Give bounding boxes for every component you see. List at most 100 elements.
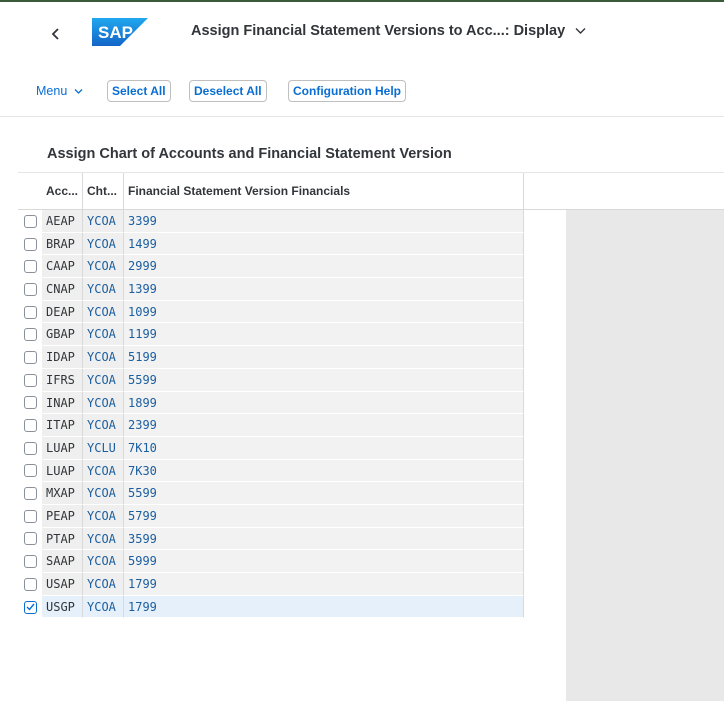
select-column-header bbox=[18, 173, 42, 209]
row-selector[interactable] bbox=[18, 437, 42, 460]
row-selector[interactable] bbox=[18, 550, 42, 573]
cell-account: ITAP bbox=[42, 414, 83, 437]
row-checkbox[interactable] bbox=[23, 328, 37, 342]
row-selector[interactable] bbox=[18, 414, 42, 437]
row-checkbox[interactable] bbox=[23, 305, 37, 319]
column-header-chart[interactable]: Cht... bbox=[83, 173, 124, 209]
row-checkbox[interactable] bbox=[23, 600, 37, 614]
cell-chart-of-accounts: YCOA bbox=[83, 300, 124, 324]
table-row[interactable]: USAP YCOA 1799 bbox=[18, 573, 724, 596]
row-checkbox[interactable] bbox=[23, 419, 37, 433]
chevron-left-icon bbox=[51, 28, 59, 40]
table-row[interactable]: ITAP YCOA 2399 bbox=[18, 414, 724, 437]
row-selector[interactable] bbox=[18, 255, 42, 278]
cell-fsv: 5799 bbox=[124, 504, 524, 528]
row-selector[interactable] bbox=[18, 210, 42, 233]
chevron-down-icon bbox=[74, 89, 83, 95]
table-row[interactable]: IFRS YCOA 5599 bbox=[18, 368, 724, 392]
cell-chart-of-accounts: YCOA bbox=[83, 527, 124, 551]
cell-fsv: 5599 bbox=[124, 368, 524, 392]
table-row[interactable]: USGP YCOA 1799 bbox=[18, 595, 724, 619]
back-button[interactable] bbox=[48, 24, 64, 44]
cell-chart-of-accounts: YCOA bbox=[83, 573, 124, 596]
row-selector[interactable] bbox=[18, 369, 42, 392]
table-row[interactable]: AEAP YCOA 3399 bbox=[18, 210, 724, 233]
cell-account: USGP bbox=[42, 595, 83, 619]
toolbar: Menu Select All Deselect All Configurati… bbox=[0, 58, 724, 117]
column-header-account[interactable]: Acc... bbox=[42, 173, 83, 209]
table-row[interactable]: LUAP YCLU 7K10 bbox=[18, 436, 724, 460]
cell-chart-of-accounts: YCOA bbox=[83, 232, 124, 256]
row-selector[interactable] bbox=[18, 482, 42, 505]
table-row[interactable]: MXAP YCOA 5599 bbox=[18, 482, 724, 505]
cell-chart-of-accounts: YCOA bbox=[83, 368, 124, 392]
cell-account: CAAP bbox=[42, 255, 83, 279]
column-header-fsv[interactable]: Financial Statement Version Financials bbox=[124, 173, 524, 209]
shell-bar: SAP Assign Financial Statement Versions … bbox=[0, 0, 724, 60]
row-checkbox[interactable] bbox=[23, 532, 37, 546]
cell-fsv: 1899 bbox=[124, 391, 524, 415]
row-checkbox[interactable] bbox=[23, 487, 37, 501]
cell-chart-of-accounts: YCOA bbox=[83, 346, 124, 369]
table-row[interactable]: IDAP YCOA 5199 bbox=[18, 346, 724, 369]
row-checkbox[interactable] bbox=[23, 260, 37, 274]
cell-fsv: 1499 bbox=[124, 232, 524, 256]
row-selector[interactable] bbox=[18, 573, 42, 596]
row-selector[interactable] bbox=[18, 323, 42, 346]
table-row[interactable]: CAAP YCOA 2999 bbox=[18, 255, 724, 279]
row-selector[interactable] bbox=[18, 528, 42, 551]
cell-fsv: 3399 bbox=[124, 210, 524, 233]
cell-fsv: 1099 bbox=[124, 300, 524, 324]
table-row[interactable]: LUAP YCOA 7K30 bbox=[18, 459, 724, 483]
configuration-help-button[interactable]: Configuration Help bbox=[288, 80, 406, 102]
cell-account: DEAP bbox=[42, 300, 83, 324]
table-row[interactable]: GBAP YCOA 1199 bbox=[18, 323, 724, 347]
row-selector[interactable] bbox=[18, 301, 42, 324]
table-header: Acc... Cht... Financial Statement Versio… bbox=[18, 172, 724, 210]
deselect-all-button[interactable]: Deselect All bbox=[189, 80, 267, 102]
table-row[interactable]: BRAP YCOA 1499 bbox=[18, 232, 724, 256]
row-checkbox[interactable] bbox=[23, 214, 37, 228]
cell-chart-of-accounts: YCOA bbox=[83, 414, 124, 437]
row-selector[interactable] bbox=[18, 278, 42, 301]
table-row[interactable]: CNAP YCOA 1399 bbox=[18, 278, 724, 301]
row-checkbox[interactable] bbox=[23, 350, 37, 364]
row-checkbox[interactable] bbox=[23, 509, 37, 523]
table-row[interactable]: PTAP YCOA 3599 bbox=[18, 527, 724, 551]
row-selector[interactable] bbox=[18, 596, 42, 619]
row-checkbox[interactable] bbox=[23, 396, 37, 410]
page-title-text: Assign Financial Statement Versions to A… bbox=[191, 23, 566, 39]
page-title[interactable]: Assign Financial Statement Versions to A… bbox=[191, 23, 586, 39]
row-selector[interactable] bbox=[18, 460, 42, 483]
cell-fsv: 1199 bbox=[124, 323, 524, 347]
row-checkbox[interactable] bbox=[23, 237, 37, 251]
sap-logo[interactable]: SAP bbox=[92, 18, 148, 46]
row-checkbox[interactable] bbox=[23, 464, 37, 478]
row-checkbox[interactable] bbox=[23, 373, 37, 387]
table-row[interactable]: INAP YCOA 1899 bbox=[18, 391, 724, 415]
cell-account: IDAP bbox=[42, 346, 83, 369]
row-selector[interactable] bbox=[18, 392, 42, 415]
select-all-button[interactable]: Select All bbox=[107, 80, 171, 102]
row-selector[interactable] bbox=[18, 346, 42, 369]
cell-fsv: 7K10 bbox=[124, 436, 524, 460]
cell-chart-of-accounts: YCOA bbox=[83, 323, 124, 347]
cell-fsv: 5199 bbox=[124, 346, 524, 369]
row-checkbox[interactable] bbox=[23, 282, 37, 296]
cell-chart-of-accounts: YCOA bbox=[83, 278, 124, 301]
row-selector[interactable] bbox=[18, 233, 42, 256]
table-row[interactable]: SAAP YCOA 5999 bbox=[18, 550, 724, 573]
row-selector[interactable] bbox=[18, 505, 42, 528]
column-header-empty bbox=[524, 173, 724, 209]
cell-account: INAP bbox=[42, 391, 83, 415]
chevron-down-icon bbox=[575, 28, 586, 35]
menu-button[interactable]: Menu bbox=[36, 84, 83, 98]
table-row[interactable]: PEAP YCOA 5799 bbox=[18, 504, 724, 528]
cell-fsv: 7K30 bbox=[124, 459, 524, 483]
table-row[interactable]: DEAP YCOA 1099 bbox=[18, 300, 724, 324]
row-checkbox[interactable] bbox=[23, 441, 37, 455]
row-checkbox[interactable] bbox=[23, 577, 37, 591]
row-checkbox[interactable] bbox=[23, 555, 37, 569]
cell-account: LUAP bbox=[42, 436, 83, 460]
cell-account: CNAP bbox=[42, 278, 83, 301]
